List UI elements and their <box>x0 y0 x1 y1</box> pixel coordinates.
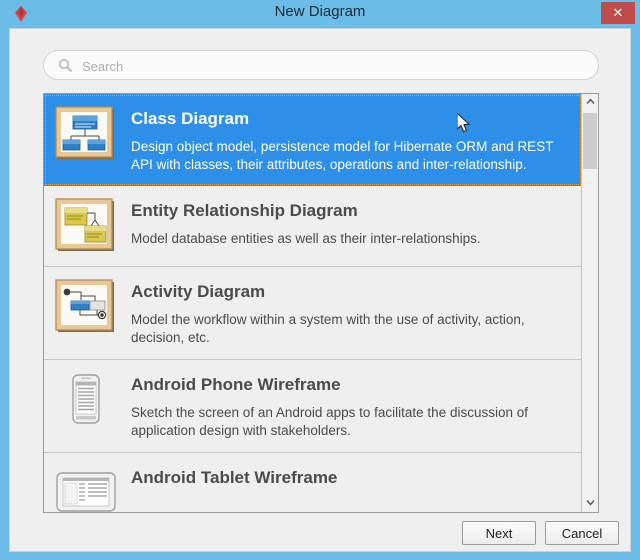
list-item-title: Android Phone Wireframe <box>131 375 341 394</box>
list-item-title: Android Tablet Wireframe <box>131 468 338 487</box>
window-title: New Diagram <box>274 3 366 20</box>
diagram-type-list-viewport: Class Diagram Design object model, persi… <box>44 94 582 512</box>
dialog-client-area: Class Diagram Design object model, persi… <box>9 28 631 552</box>
list-item-text: Android Tablet Wireframe <box>131 465 572 497</box>
list-item-description: Model database entities as well as their… <box>131 231 481 246</box>
list-item-description: Design object model, persistence model f… <box>131 139 554 172</box>
chevron-up-icon[interactable] <box>582 94 598 111</box>
close-button[interactable]: ✕ <box>601 2 635 24</box>
diagram-type-list: Class Diagram Design object model, persi… <box>43 93 599 513</box>
search-icon <box>58 58 73 73</box>
list-item-android-tablet-wireframe[interactable]: Android Tablet Wireframe <box>44 453 582 512</box>
title-bar: New Diagram ✕ <box>0 0 640 28</box>
list-item-description: Model the workflow within a system with … <box>131 312 525 345</box>
new-diagram-window: New Diagram ✕ Search Class Diagram Desig… <box>0 0 640 560</box>
list-item-activity-diagram[interactable]: Activity Diagram Model the workflow with… <box>44 267 582 360</box>
android-tablet-wireframe-icon <box>55 465 117 512</box>
activity-diagram-icon <box>55 279 117 335</box>
class-diagram-icon <box>55 106 117 162</box>
entity-relationship-diagram-icon <box>55 198 117 254</box>
cancel-button[interactable]: Cancel <box>545 521 619 545</box>
search-field[interactable] <box>43 50 599 81</box>
list-item-title: Entity Relationship Diagram <box>131 201 358 220</box>
next-button[interactable]: Next <box>462 521 536 545</box>
search-input[interactable] <box>80 51 594 81</box>
list-item-text: Activity Diagram Model the workflow with… <box>131 279 572 347</box>
list-item-title: Activity Diagram <box>131 282 266 301</box>
list-item-class-diagram[interactable]: Class Diagram Design object model, persi… <box>44 94 582 186</box>
list-item-text: Android Phone Wireframe Sketch the scree… <box>131 372 572 440</box>
android-phone-wireframe-icon <box>55 372 117 428</box>
list-item-android-phone-wireframe[interactable]: Android Phone Wireframe Sketch the scree… <box>44 360 582 453</box>
chevron-down-icon[interactable] <box>582 495 598 512</box>
scrollbar-thumb[interactable] <box>583 113 597 169</box>
list-item-description: Sketch the screen of an Android apps to … <box>131 405 528 438</box>
list-item-text: Entity Relationship Diagram Model databa… <box>131 198 572 248</box>
list-item-entity-relationship-diagram[interactable]: Entity Relationship Diagram Model databa… <box>44 186 582 267</box>
list-item-text: Class Diagram Design object model, persi… <box>131 106 572 174</box>
list-scrollbar[interactable] <box>581 94 598 512</box>
list-item-title: Class Diagram <box>131 109 250 128</box>
